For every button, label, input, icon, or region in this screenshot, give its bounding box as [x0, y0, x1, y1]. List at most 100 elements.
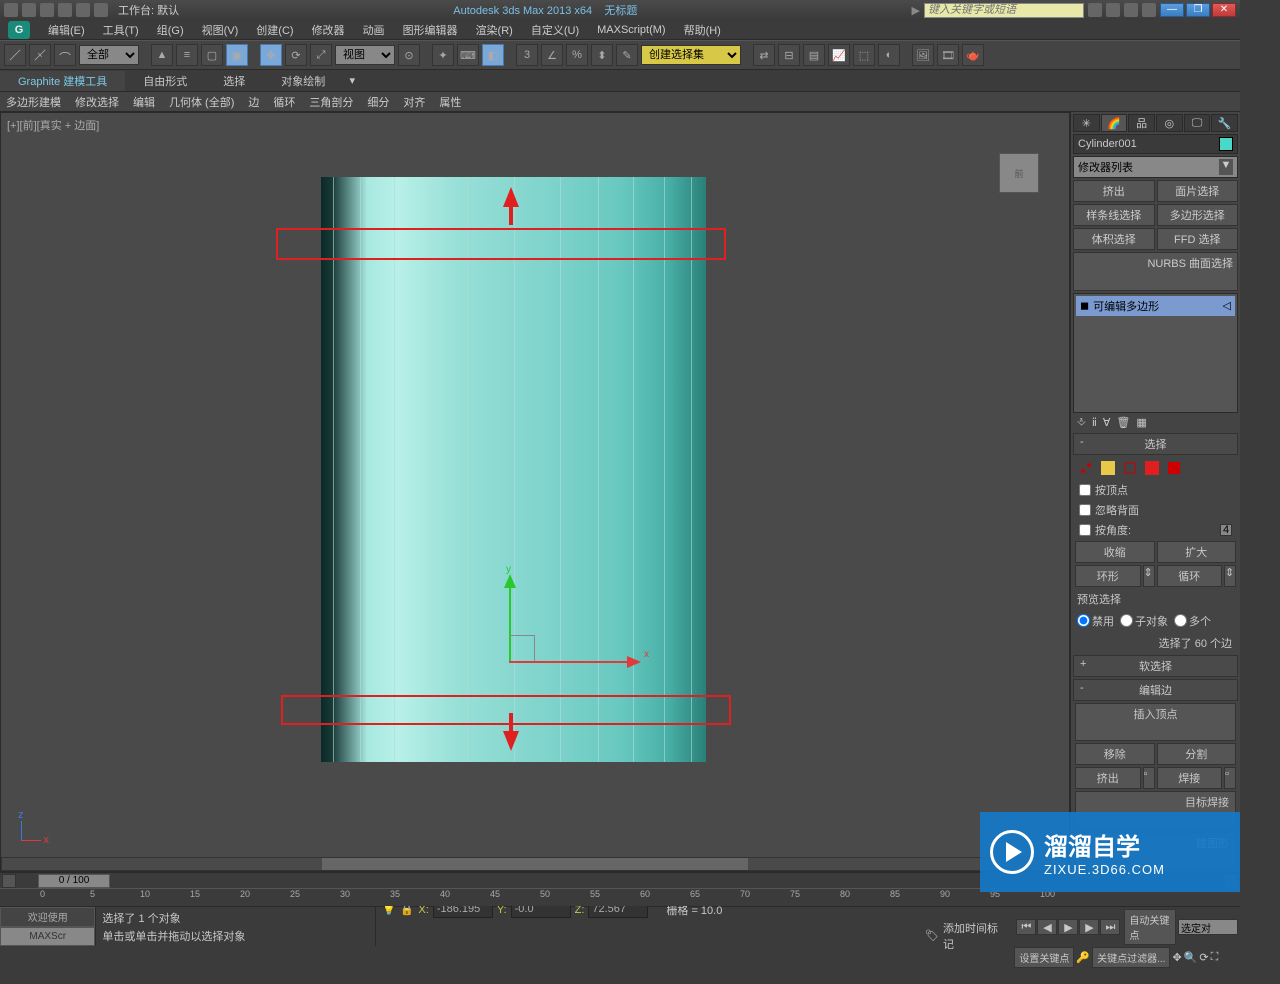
material-editor-icon[interactable]: ◐	[878, 44, 900, 66]
gizmo-x-axis[interactable]: x	[509, 661, 629, 663]
named-sel-edit-icon[interactable]: ✎	[616, 44, 638, 66]
menu-grapheditors[interactable]: 图形编辑器	[403, 22, 458, 38]
gizmo-xy-plane[interactable]	[509, 635, 535, 661]
percent-snap-icon[interactable]: %	[566, 44, 588, 66]
menu-edit[interactable]: 编辑(E)	[48, 22, 85, 38]
mod-btn-facesel[interactable]: 面片选择	[1157, 180, 1239, 202]
stack-toggle-icon[interactable]: ◁	[1223, 299, 1231, 312]
graphite-menu-icon[interactable]: ▾	[343, 74, 361, 87]
subobj-edge-icon[interactable]	[1101, 461, 1115, 475]
prev-frame-icon[interactable]: ◀	[1037, 919, 1057, 935]
snap-2d-icon[interactable]: ◧	[482, 44, 504, 66]
btn-ring[interactable]: 环形	[1075, 565, 1141, 587]
chk-ignoreback[interactable]	[1079, 504, 1091, 516]
link-icon[interactable]	[94, 3, 108, 17]
add-timetag[interactable]: 添加时间标记	[943, 920, 1006, 952]
viewport-scrollbar-h[interactable]	[1, 857, 1069, 871]
btn-shrink[interactable]: 收缩	[1075, 541, 1155, 563]
menu-maxscript[interactable]: MAXScript(M)	[597, 24, 665, 36]
workspace-label[interactable]: 工作台: 默认	[118, 2, 179, 18]
nav-orbit-icon[interactable]: ⟳	[1199, 951, 1208, 964]
nav-max-icon[interactable]: ⛶	[1211, 951, 1219, 964]
rib-align[interactable]: 对齐	[403, 94, 425, 110]
timeline-prev-icon[interactable]	[2, 874, 16, 888]
rib-edge[interactable]: 边	[248, 94, 259, 110]
menu-animation[interactable]: 动画	[363, 22, 385, 38]
subobj-vertex-icon[interactable]	[1079, 461, 1093, 475]
nav-zoom-icon[interactable]: 🔍	[1184, 951, 1198, 964]
exchange-icon[interactable]	[1124, 3, 1138, 17]
selection-filter-dropdown[interactable]: 全部	[79, 45, 139, 65]
cmdtab-modify-icon[interactable]: 🌈	[1101, 114, 1128, 132]
select-region-icon[interactable]: ▢	[201, 44, 223, 66]
goto-end-icon[interactable]: ⏭	[1100, 919, 1120, 935]
rollout-selection[interactable]: -选择	[1073, 433, 1238, 455]
rib-edit[interactable]: 编辑	[133, 94, 155, 110]
star-icon[interactable]	[1106, 3, 1120, 17]
minimize-button[interactable]: —	[1160, 3, 1184, 17]
show-end-icon[interactable]: ⅱ	[1092, 416, 1097, 429]
keyboard-icon[interactable]: ⌨	[457, 44, 479, 66]
keyfilter-button[interactable]: 关键点过滤器...	[1092, 947, 1170, 968]
graphite-tab-freeform[interactable]: 自由形式	[125, 71, 205, 91]
snap-toggle-icon[interactable]: 3	[516, 44, 538, 66]
rollout-softsel[interactable]: +软选择	[1073, 655, 1238, 677]
btn-insertvertex[interactable]: 插入顶点	[1075, 703, 1236, 742]
open-icon[interactable]	[22, 3, 36, 17]
modifier-list-dropdown[interactable]: 修改器列表▼	[1073, 156, 1238, 178]
setkey-button[interactable]: 设置关键点	[1014, 947, 1074, 968]
select-rotate-icon[interactable]: ⟳	[285, 44, 307, 66]
graphite-tab-modeling[interactable]: Graphite 建模工具	[0, 71, 125, 91]
bind-icon[interactable]	[54, 44, 76, 66]
schematic-icon[interactable]: ⬚	[853, 44, 875, 66]
maximize-button[interactable]: ❐	[1186, 3, 1210, 17]
cmdtab-display-icon[interactable]: 🖵	[1184, 114, 1211, 132]
keymode-dropdown[interactable]	[1178, 919, 1238, 935]
align-icon[interactable]: ⊟	[778, 44, 800, 66]
redo-icon[interactable]	[76, 3, 90, 17]
angle-spinner[interactable]	[1220, 524, 1232, 536]
maxscript-mini[interactable]: MAXScr	[0, 927, 95, 947]
rib-geomall[interactable]: 几何体 (全部)	[169, 94, 234, 110]
menu-rendering[interactable]: 渲染(R)	[476, 22, 513, 38]
new-icon[interactable]	[4, 3, 18, 17]
stack-item-editpoly[interactable]: ◼ 可编辑多边形 ◁	[1076, 296, 1235, 316]
pivot-icon[interactable]: ⊙	[398, 44, 420, 66]
curve-editor-icon[interactable]: 📈	[828, 44, 850, 66]
mod-btn-extrude[interactable]: 挤出	[1073, 180, 1155, 202]
btn-loop[interactable]: 循环	[1157, 565, 1223, 587]
cmdtab-utilities-icon[interactable]: 🔧	[1211, 114, 1238, 132]
menu-modifiers[interactable]: 修改器	[312, 22, 345, 38]
rib-tri[interactable]: 三角剖分	[309, 94, 353, 110]
mod-btn-splinesel[interactable]: 样条线选择	[1073, 204, 1155, 226]
undo-icon[interactable]	[58, 3, 72, 17]
time-slider-thumb[interactable]: 0 / 100	[38, 874, 110, 888]
render-icon[interactable]: 🫖	[962, 44, 984, 66]
rib-subdiv[interactable]: 细分	[367, 94, 389, 110]
menu-customize[interactable]: 自定义(U)	[531, 22, 579, 38]
select-object-icon[interactable]: ▲	[151, 44, 173, 66]
render-setup-icon[interactable]: 🖼	[912, 44, 934, 66]
autokey-button[interactable]: 自动关键点	[1124, 909, 1176, 945]
mirror-icon[interactable]: ⇄	[753, 44, 775, 66]
unique-icon[interactable]: ∀	[1103, 416, 1111, 429]
select-name-icon[interactable]: ≡	[176, 44, 198, 66]
cmdtab-create-icon[interactable]: ✳	[1073, 114, 1100, 132]
btn-extrude2[interactable]: 挤出	[1075, 767, 1141, 789]
viewport[interactable]: [+][前][真实 + 边面] 前 x y	[0, 112, 1070, 872]
rib-props[interactable]: 属性	[439, 94, 461, 110]
btn-remove[interactable]: 移除	[1075, 743, 1155, 765]
angle-snap-icon[interactable]: ∠	[541, 44, 563, 66]
pin-stack-icon[interactable]: ⎀	[1077, 416, 1086, 429]
cmdtab-motion-icon[interactable]: ◎	[1156, 114, 1183, 132]
timetag-icon[interactable]: 🏷	[925, 929, 939, 942]
cylinder-object[interactable]	[321, 177, 706, 762]
btn-split[interactable]: 分割	[1157, 743, 1237, 765]
ring-spinner[interactable]: ⇕	[1143, 565, 1155, 587]
spinner-snap-icon[interactable]: ⬍	[591, 44, 613, 66]
object-name-field[interactable]: Cylinder001	[1073, 134, 1238, 154]
search-icon[interactable]	[1088, 3, 1102, 17]
subobj-border-icon[interactable]	[1123, 461, 1137, 475]
next-frame-icon[interactable]: ▶	[1079, 919, 1099, 935]
ref-coord-dropdown[interactable]: 视图	[335, 45, 395, 65]
